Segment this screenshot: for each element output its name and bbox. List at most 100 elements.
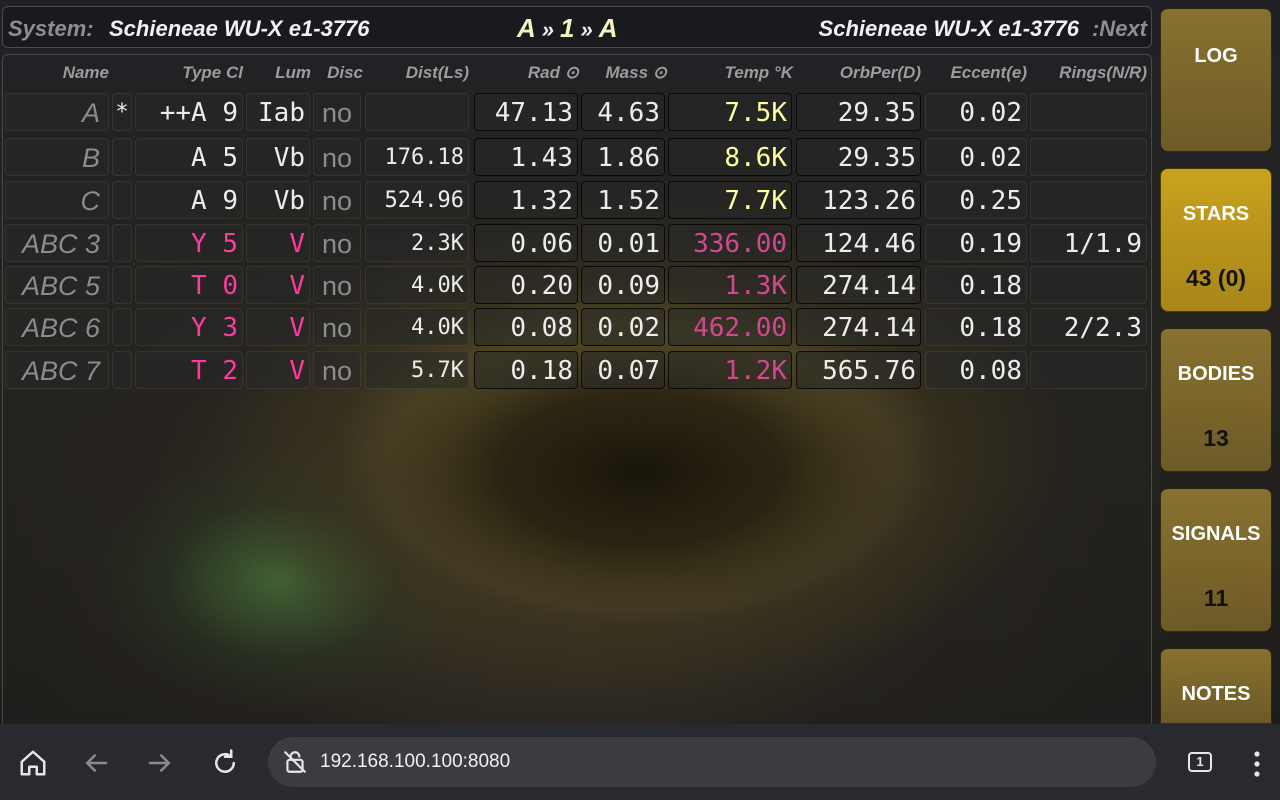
cell-temp: 1.2K [668, 351, 792, 389]
tab-label: LOG [1194, 45, 1238, 67]
cell-disc: no [313, 138, 361, 176]
col-header-name[interactable]: Name [13, 63, 109, 87]
tab-label: STARS [1182, 203, 1250, 225]
home-icon[interactable] [18, 748, 48, 778]
cell-temp: 7.5K [668, 93, 792, 131]
not-secure-lock-icon[interactable] [282, 749, 308, 775]
next-button[interactable]: :Next [1092, 16, 1147, 42]
cell-type: Y 5 [135, 224, 243, 262]
cell-mass: 1.86 [581, 138, 665, 176]
cell-orbper: 274.14 [796, 266, 921, 304]
col-header-rad[interactable]: Rad ⊙ [475, 63, 579, 87]
cell-orbper: 123.26 [796, 181, 921, 219]
tab-notes[interactable]: NOTES [1160, 648, 1272, 724]
col-header-temp[interactable]: Temp °K [671, 63, 793, 87]
cell-name: ABC 3 [5, 224, 109, 262]
back-arrow-icon[interactable] [81, 748, 111, 778]
cell-disc: no [313, 93, 361, 131]
cell-mass: 0.02 [581, 308, 665, 346]
cell-mass: 0.07 [581, 351, 665, 389]
cell-name: ABC 5 [5, 266, 109, 304]
cell-disc: no [313, 351, 361, 389]
cell-eccent: 0.08 [925, 351, 1027, 389]
cell-rad: 1.43 [474, 138, 578, 176]
cell-rings [1030, 351, 1147, 389]
col-header-eccent[interactable]: Eccent(e) [927, 63, 1027, 87]
cell-orbper: 124.46 [796, 224, 921, 262]
col-header-mass[interactable]: Mass ⊙ [583, 63, 668, 87]
cell-name: B [5, 138, 109, 176]
col-header-dist[interactable]: Dist(Ls) [367, 63, 469, 87]
col-header-type[interactable]: Type Cl [143, 63, 243, 87]
col-header-disc[interactable]: Disc [315, 63, 363, 87]
system-header: System: Schieneae WU-X e1-3776 A» 1» A Sch… [2, 6, 1152, 48]
cell-mass: 0.01 [581, 224, 665, 262]
forward-arrow-icon[interactable] [145, 748, 175, 778]
cell-lum: V [246, 351, 310, 389]
cell-dist: 4.0K [365, 308, 469, 346]
cell-dist: 176.18 [365, 138, 469, 176]
tab-label: NOTES [1181, 683, 1251, 705]
cell-rings [1030, 138, 1147, 176]
tab-label: SIGNALS [1171, 523, 1261, 545]
cell-orbper: 29.35 [796, 138, 921, 176]
cell-dist: 5.7K [365, 351, 469, 389]
system-name[interactable]: Schieneae WU-X e1-3776 [109, 16, 369, 42]
cell-star [112, 266, 132, 304]
cell-star [112, 308, 132, 346]
next-system-name[interactable]: Schieneae WU-X e1-3776 [819, 16, 1079, 42]
cell-dist: 2.3K [365, 224, 469, 262]
cell-rad: 47.13 [474, 93, 578, 131]
cell-rad: 0.06 [474, 224, 578, 262]
cell-dist: 4.0K [365, 266, 469, 304]
cell-name: ABC 7 [5, 351, 109, 389]
cell-disc: no [313, 308, 361, 346]
cell-star: * [112, 93, 132, 131]
nav-next-body[interactable]: A [599, 13, 618, 43]
cell-lum: V [246, 224, 310, 262]
nav-prev-body[interactable]: A [517, 13, 536, 43]
nav-index[interactable]: 1 [560, 13, 574, 43]
overflow-menu-icon[interactable] [1247, 749, 1267, 779]
reload-icon[interactable] [210, 748, 240, 778]
body-navigator: A» 1» A [517, 13, 618, 44]
tab-switcher-button[interactable]: 1 [1188, 752, 1212, 772]
tab-log[interactable]: LOG [1160, 8, 1272, 152]
cell-star [112, 181, 132, 219]
col-header-rings[interactable]: Rings(N/R) [1033, 63, 1147, 87]
col-header-lum[interactable]: Lum [249, 63, 311, 87]
cell-mass: 0.09 [581, 266, 665, 304]
cell-temp: 7.7K [668, 181, 792, 219]
address-bar[interactable]: 192.168.100.100:8080 [268, 737, 1156, 787]
cell-eccent: 0.25 [925, 181, 1027, 219]
cell-eccent: 0.19 [925, 224, 1027, 262]
cell-temp: 336.00 [668, 224, 792, 262]
cell-mass: 1.52 [581, 181, 665, 219]
url-text[interactable]: 192.168.100.100:8080 [320, 751, 510, 773]
cell-lum: Iab [246, 93, 310, 131]
cell-name: ABC 6 [5, 308, 109, 346]
cell-star [112, 351, 132, 389]
cell-type: T 2 [135, 351, 243, 389]
cell-star [112, 138, 132, 176]
cell-lum: Vb [246, 138, 310, 176]
cell-type: A 5 [135, 138, 243, 176]
cell-rings [1030, 93, 1147, 131]
tab-count: 11 [1203, 585, 1229, 611]
cell-rad: 0.18 [474, 351, 578, 389]
cell-rings [1030, 181, 1147, 219]
cell-dist: 524.96 [365, 181, 469, 219]
cell-rad: 0.08 [474, 308, 578, 346]
tab-bodies[interactable]: BODIES 13 [1160, 328, 1272, 472]
system-label: System: [8, 16, 94, 41]
cell-rings [1030, 266, 1147, 304]
tab-signals[interactable]: SIGNALS 11 [1160, 488, 1272, 632]
cell-rad: 0.20 [474, 266, 578, 304]
cell-orbper: 565.76 [796, 351, 921, 389]
cell-type: A 9 [135, 181, 243, 219]
col-header-orbper[interactable]: OrbPer(D) [799, 63, 921, 87]
cell-disc: no [313, 224, 361, 262]
tab-count: 43 (0) [1185, 265, 1247, 291]
cell-temp: 1.3K [668, 266, 792, 304]
tab-stars[interactable]: STARS 43 (0) [1160, 168, 1272, 312]
